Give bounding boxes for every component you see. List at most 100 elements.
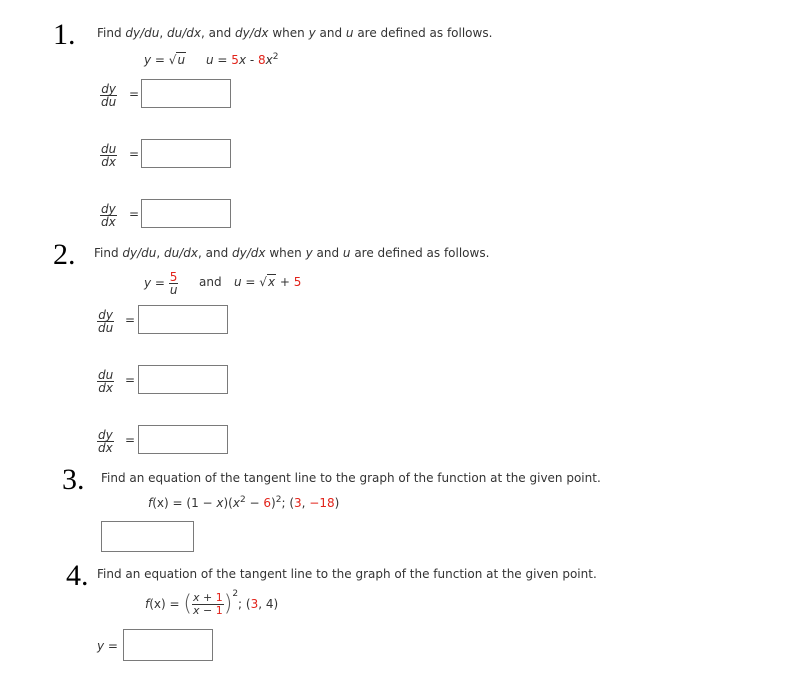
minus-sign: − [245, 496, 264, 510]
question-1-dudx-input[interactable] [141, 139, 231, 168]
question-1-dydu-label: dy du [100, 83, 118, 109]
point-y: 4 [265, 597, 274, 611]
constant: 1 [215, 591, 223, 604]
question-2-dydx-label: dy dx [97, 429, 114, 454]
exponent: 2 [272, 52, 279, 62]
question-4-function: f(x) = (x + 1x − 1)2; (3, 4) [145, 590, 279, 617]
equals-sign: = [165, 597, 184, 611]
sqrt-symbol: √ [168, 53, 177, 67]
prompt-text: , and [198, 246, 233, 260]
function-arg: (x) [152, 496, 169, 510]
equals-sign: = [125, 373, 136, 387]
expr-text: , [258, 597, 266, 611]
question-3-function: f(x) = (1 − x)(x2 − 6)2; (3, −18) [148, 496, 340, 511]
equals-sign: = [129, 147, 140, 161]
equals-sign: = [213, 53, 232, 67]
fraction-denominator: du [98, 321, 114, 335]
question-4-prompt: Find an equation of the tangent line to … [97, 567, 597, 581]
prompt-dydx: dy/dx [232, 246, 266, 260]
prompt-dydu: dy/du [122, 246, 157, 260]
coefficient: 5 [231, 53, 239, 67]
constant: 1 [215, 604, 223, 617]
question-3-answer-input[interactable] [101, 521, 194, 552]
sqrt-expression: u [176, 52, 187, 67]
prompt-text: are defined as follows. [353, 26, 493, 40]
sqrt-expression: x [266, 274, 277, 289]
question-2-dydx-input[interactable] [138, 425, 228, 454]
equals-sign: = [104, 639, 118, 653]
question-2-dydu-label: dy du [97, 309, 115, 335]
x-var: x [238, 53, 247, 67]
expr-text: ) [334, 496, 340, 510]
equals-sign: = [129, 87, 140, 101]
equals-sign: = [151, 53, 169, 67]
prompt-text: , and [201, 26, 236, 40]
u-var: u [234, 275, 242, 289]
question-1-u-equation: u = 5x - 8x2 [206, 52, 279, 68]
prompt-dydu: dy/du [125, 26, 160, 40]
question-2-prompt: Find dy/du, du/dx, and dy/dx when y and … [94, 246, 489, 260]
prompt-text: Find [94, 246, 123, 260]
expr-text: ; ( [238, 597, 251, 611]
x-var: x [232, 496, 240, 510]
plus-sign: + [276, 275, 294, 289]
prompt-var-u: u [345, 26, 354, 40]
question-3-number: 3. [62, 463, 85, 496]
equals-sign: = [241, 275, 260, 289]
prompt-var-y: y [305, 246, 313, 260]
prompt-text: and [315, 26, 346, 40]
sqrt-symbol: √ [259, 275, 267, 289]
prompt-dudx: du/dx [167, 26, 202, 40]
question-1-dydx-label: dy dx [100, 203, 117, 228]
fraction-denominator: dx [98, 441, 113, 455]
prompt-text: , [156, 246, 165, 260]
expr-text: )( [223, 496, 233, 510]
question-2-and: and [199, 275, 222, 289]
question-4-answer-input[interactable] [123, 629, 213, 661]
equals-sign: = [125, 313, 136, 327]
constant: 5 [293, 275, 302, 289]
fraction-denominator: dx [101, 215, 116, 229]
fraction-denominator: u [169, 283, 178, 297]
prompt-text: are defined as follows. [350, 246, 490, 260]
function-arg: (x) [149, 597, 166, 611]
question-2-dudx-label: du dx [97, 369, 115, 395]
left-paren: ( [183, 591, 192, 617]
point-y: −18 [309, 496, 335, 510]
question-1-prompt: Find dy/du, du/dx, and dy/dx when y and … [97, 26, 492, 40]
question-2-dudx-input[interactable] [138, 365, 228, 394]
prompt-text: when [265, 246, 306, 260]
expr-text: ; ( [281, 496, 295, 510]
question-3-prompt: Find an equation of the tangent line to … [101, 471, 601, 485]
question-4-answer-label: y = [97, 639, 118, 653]
expr-text: ) [273, 597, 279, 611]
prompt-var-y: y [308, 26, 316, 40]
prompt-text: when [268, 26, 309, 40]
coefficient: 8 [258, 53, 266, 67]
minus-sign: - [246, 53, 259, 67]
x-var: x [265, 53, 273, 67]
prompt-text: and [312, 246, 343, 260]
prompt-dudx: du/dx [164, 246, 199, 260]
expr-text: = (1 − [168, 496, 217, 510]
equals-sign: = [125, 433, 136, 447]
equals-sign: = [129, 207, 140, 221]
question-2-u-equation: u = √x + 5 [234, 274, 302, 289]
question-1-dydx-input[interactable] [141, 199, 231, 228]
fraction-denominator: du [101, 95, 117, 109]
question-1-y-equation: y = √u [144, 52, 187, 67]
radicand: u [176, 52, 187, 67]
equals-sign: = [151, 276, 169, 290]
question-1-dydu-input[interactable] [141, 79, 231, 108]
question-2-dydu-input[interactable] [138, 305, 228, 334]
minus-sign: − [199, 604, 216, 617]
prompt-dydx: dy/dx [235, 26, 269, 40]
question-1-dudx-label: du dx [100, 143, 118, 168]
fraction-denominator: dx [98, 381, 113, 395]
question-2-number: 2. [53, 238, 76, 271]
u-var: u [206, 53, 214, 67]
prompt-text: Find [97, 26, 126, 40]
prompt-var-u: u [342, 246, 351, 260]
plus-sign: + [199, 591, 216, 604]
point-x: 3 [294, 496, 302, 510]
